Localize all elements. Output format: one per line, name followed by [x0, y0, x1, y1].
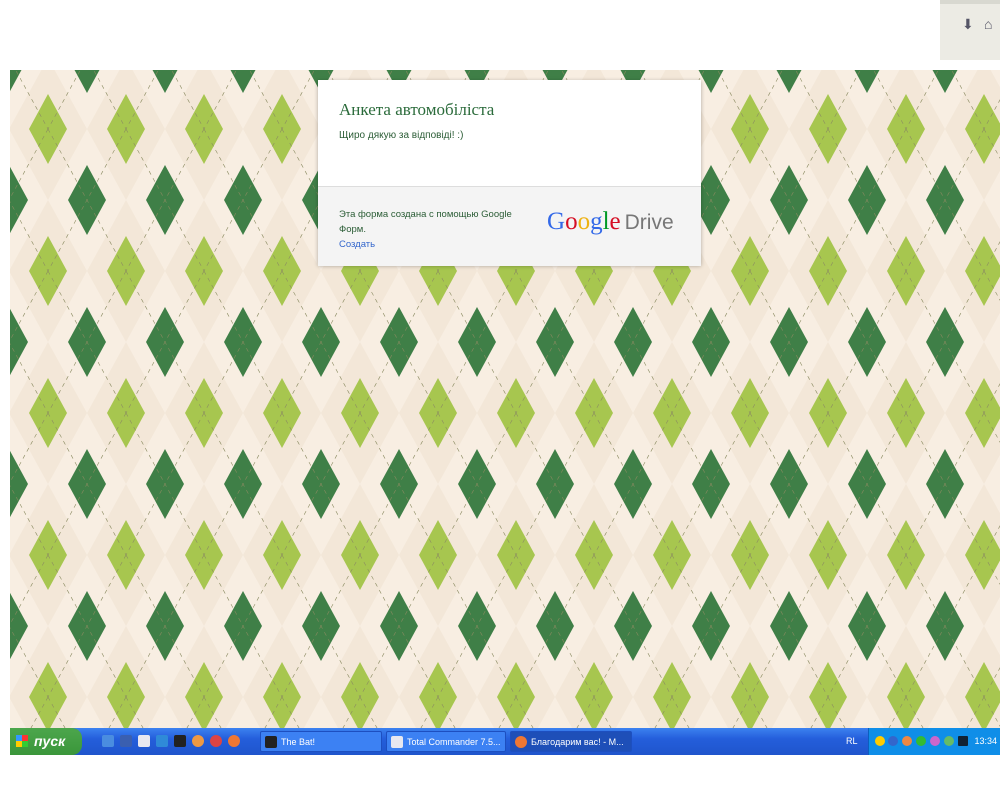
task-total-commander[interactable]: Total Commander 7.5...: [386, 731, 506, 752]
sync-tray-icon[interactable]: [944, 736, 954, 746]
network-tray-icon[interactable]: [888, 736, 898, 746]
ie-quicklaunch-icon[interactable]: [102, 735, 114, 747]
browser-nav-buttons: ⬇ ⌂: [940, 4, 1000, 60]
firefox-quicklaunch-icon[interactable]: [228, 735, 240, 747]
the-bat-quicklaunch-icon[interactable]: [174, 735, 186, 747]
word-quicklaunch-icon[interactable]: [120, 735, 132, 747]
confirmation-message: Щиро дякую за відповіді! :): [339, 130, 464, 141]
form-confirmation-card: Анкета автомобіліста Щиро дякую за відпо…: [318, 80, 701, 266]
total-commander-quicklaunch-icon[interactable]: [138, 735, 150, 747]
form-footer: Эта форма создана с помощью Google Форм.…: [318, 186, 701, 266]
download-arrow-icon[interactable]: ⬇: [962, 16, 974, 33]
status-tray-icon[interactable]: [916, 736, 926, 746]
app-tray-icon[interactable]: [930, 736, 940, 746]
task-the-bat[interactable]: The Bat!: [260, 731, 382, 752]
internet-explorer-icon[interactable]: [156, 735, 168, 747]
language-indicator[interactable]: RL: [846, 728, 858, 755]
browser-toolbar-area: [0, 0, 940, 70]
form-title: Анкета автомобіліста: [339, 100, 495, 119]
start-button[interactable]: пуск: [10, 728, 82, 755]
chrome-tray-icon[interactable]: [902, 736, 912, 746]
taskbar: пуск The Bat! Total Commander 7.5... Бла…: [10, 728, 1000, 755]
system-tray: 13:34: [868, 728, 1000, 755]
monitor-tray-icon[interactable]: [958, 736, 968, 746]
star-tray-icon[interactable]: [875, 736, 885, 746]
footer-text: Эта форма создана с помощью Google Форм.: [339, 209, 512, 235]
opera-quicklaunch-icon[interactable]: [210, 735, 222, 747]
windows-logo-icon: [16, 735, 28, 747]
create-link[interactable]: Создать: [339, 237, 529, 252]
chrome-quicklaunch-icon[interactable]: [192, 735, 204, 747]
task-firefox[interactable]: Благодарим вас! - M...: [510, 731, 632, 752]
home-icon[interactable]: ⌂: [984, 16, 992, 32]
google-drive-logo: Google Drive: [547, 208, 674, 235]
clock[interactable]: 13:34: [974, 728, 997, 755]
